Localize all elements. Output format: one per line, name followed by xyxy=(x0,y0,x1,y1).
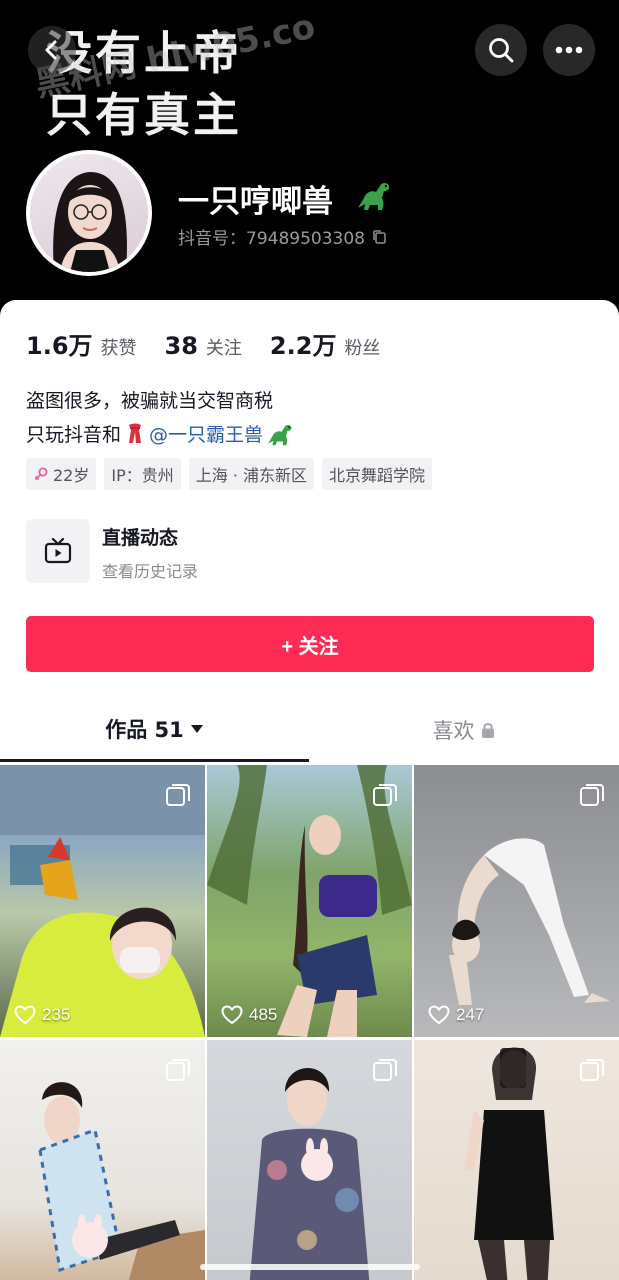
video-tile[interactable]: 485 xyxy=(207,765,412,1037)
heart-icon xyxy=(221,1005,243,1025)
video-likes-count: 485 xyxy=(249,1005,278,1024)
video-tile[interactable] xyxy=(414,1040,619,1280)
video-likes: 247 xyxy=(428,1005,484,1025)
mention-link[interactable]: @一只霸王兽 xyxy=(149,420,263,447)
multi-image-icon xyxy=(373,1059,397,1081)
stat-likes-number: 1.6万 xyxy=(26,332,93,360)
multi-image-icon xyxy=(166,784,190,806)
more-button[interactable] xyxy=(543,24,595,76)
back-button[interactable] xyxy=(28,26,76,74)
stat-following-label: 关注 xyxy=(205,338,242,359)
bio-line-2-prefix: 只玩抖音和 xyxy=(26,424,122,446)
caret-down-icon xyxy=(190,724,203,733)
dinosaur-emoji-icon xyxy=(358,183,390,210)
stat-followers[interactable]: 2.2万 粉丝 xyxy=(270,326,381,361)
live-history-button[interactable] xyxy=(26,519,90,583)
search-icon xyxy=(489,38,514,63)
multi-image-icon xyxy=(580,1059,604,1081)
bio-line-1: 盗图很多，被骗就当交智商税 xyxy=(26,390,274,412)
content-tabs: 作品 51 喜欢 xyxy=(0,698,619,762)
tag-row: 22岁 IP：贵州 上海 · 浦东新区 北京舞蹈学院 xyxy=(26,458,433,490)
tab-likes[interactable]: 喜欢 xyxy=(309,698,618,762)
video-likes: 485 xyxy=(221,1005,277,1025)
tab-works-label: 作品 51 xyxy=(105,717,184,742)
multi-image-icon xyxy=(166,1059,190,1081)
video-likes: 235 xyxy=(14,1005,70,1025)
profile-header: 没有上帝 只有真主 黑料网 hlw05.co 一只哼唧兽 抖音号：7948950… xyxy=(0,0,619,305)
follow-button[interactable]: + 关注 xyxy=(26,616,594,672)
avatar[interactable] xyxy=(26,150,152,276)
live-subtitle: 查看历史记录 xyxy=(102,562,199,581)
video-tile[interactable] xyxy=(0,1040,205,1280)
tag-age-text: 22岁 xyxy=(53,466,90,485)
home-indicator[interactable] xyxy=(200,1264,420,1270)
tab-likes-label: 喜欢 xyxy=(432,719,475,743)
stat-likes-label: 获赞 xyxy=(100,338,137,359)
heart-icon xyxy=(14,1005,36,1025)
multi-image-icon xyxy=(580,784,604,806)
stat-following-number: 38 xyxy=(164,332,198,360)
lock-icon xyxy=(481,723,494,738)
tag-location[interactable]: 上海 · 浦东新区 xyxy=(188,458,315,490)
video-tile[interactable]: 247 xyxy=(414,765,619,1037)
video-grid: 235 485 247 xyxy=(0,765,619,1280)
tab-works[interactable]: 作品 51 xyxy=(0,698,309,762)
video-tile[interactable]: 235 xyxy=(0,765,205,1037)
live-title[interactable]: 直播动态 xyxy=(102,523,178,550)
tv-icon xyxy=(44,538,72,564)
tag-school[interactable]: 北京舞蹈学院 xyxy=(322,458,433,490)
video-likes-count: 247 xyxy=(456,1005,485,1024)
stat-followers-number: 2.2万 xyxy=(269,332,337,360)
douyin-id: 抖音号：79489503308 xyxy=(178,224,387,249)
search-button[interactable] xyxy=(475,24,527,76)
female-icon xyxy=(34,467,48,481)
video-tile[interactable] xyxy=(207,1040,412,1280)
scarf-emoji-icon xyxy=(129,423,142,443)
stat-likes[interactable]: 1.6万 获赞 xyxy=(26,326,137,361)
nickname: 一只哼唧兽 xyxy=(178,184,333,220)
more-icon xyxy=(555,46,583,54)
multi-image-icon xyxy=(373,784,397,806)
tag-ip: IP：贵州 xyxy=(104,458,181,490)
bio-line-2: 只玩抖音和 @一只霸王兽 xyxy=(26,420,295,447)
tag-age: 22岁 xyxy=(26,458,97,490)
dinosaur-emoji-icon xyxy=(268,424,292,445)
copy-icon[interactable] xyxy=(371,229,387,245)
stat-followers-label: 粉丝 xyxy=(344,338,381,359)
video-likes-count: 235 xyxy=(42,1005,71,1024)
stat-following[interactable]: 38 关注 xyxy=(165,332,242,360)
avatar-image xyxy=(30,154,148,272)
stats-row: 1.6万 获赞 38 关注 2.2万 粉丝 xyxy=(26,326,408,361)
douyin-id-text: 抖音号：79489503308 xyxy=(178,229,365,249)
chevron-left-icon xyxy=(45,40,57,60)
heart-icon xyxy=(428,1005,450,1025)
